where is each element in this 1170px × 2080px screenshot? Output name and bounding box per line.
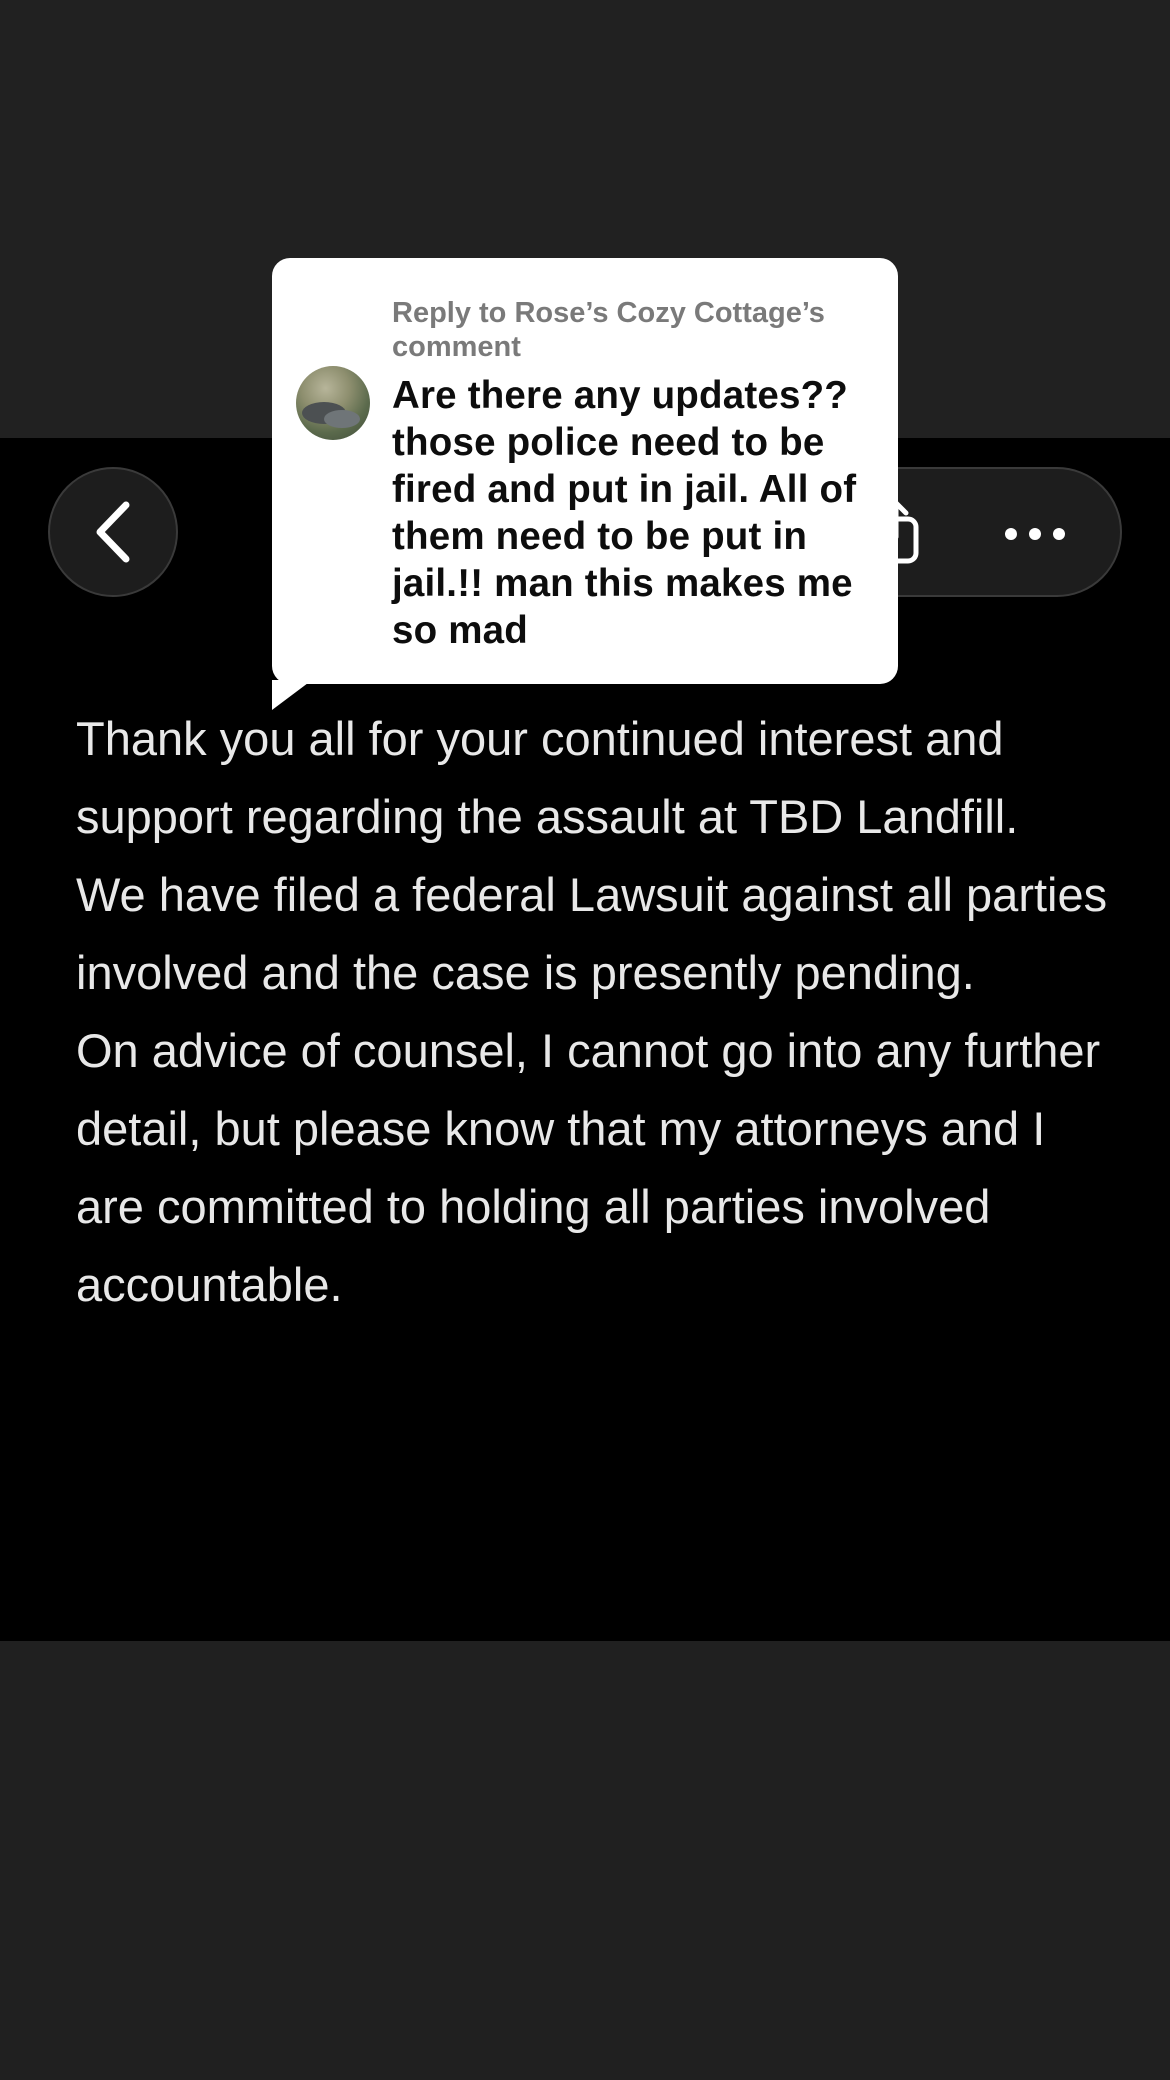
commenter-avatar xyxy=(296,366,370,440)
reply-comment-sticker[interactable]: Reply to Rose’s Cozy Cottage’s comment A… xyxy=(272,258,898,684)
reply-comment-text: Are there any updates?? those police nee… xyxy=(392,374,857,652)
more-dot xyxy=(1053,528,1065,540)
caption-paragraph: On advice of counsel, I cannot go into a… xyxy=(76,1024,1101,1311)
chevron-left-icon xyxy=(96,501,130,563)
more-dot xyxy=(1005,528,1017,540)
avatar-photo-detail xyxy=(324,410,360,428)
caption-paragraph: We have filed a federal Lawsuit against … xyxy=(76,868,1108,999)
reply-header: Reply to Rose’s Cozy Cottage’s comment xyxy=(392,297,825,363)
more-dot xyxy=(1029,528,1041,540)
post-caption: Thank you all for your continued interes… xyxy=(76,700,1116,1324)
bottom-band xyxy=(0,1641,1170,2080)
caption-paragraph: Thank you all for your continued interes… xyxy=(76,712,1019,843)
back-button[interactable] xyxy=(48,467,178,597)
video-viewer: Reply to Rose’s Cozy Cottage’s comment A… xyxy=(0,0,1170,2080)
more-horizontal-icon[interactable] xyxy=(980,511,1090,557)
